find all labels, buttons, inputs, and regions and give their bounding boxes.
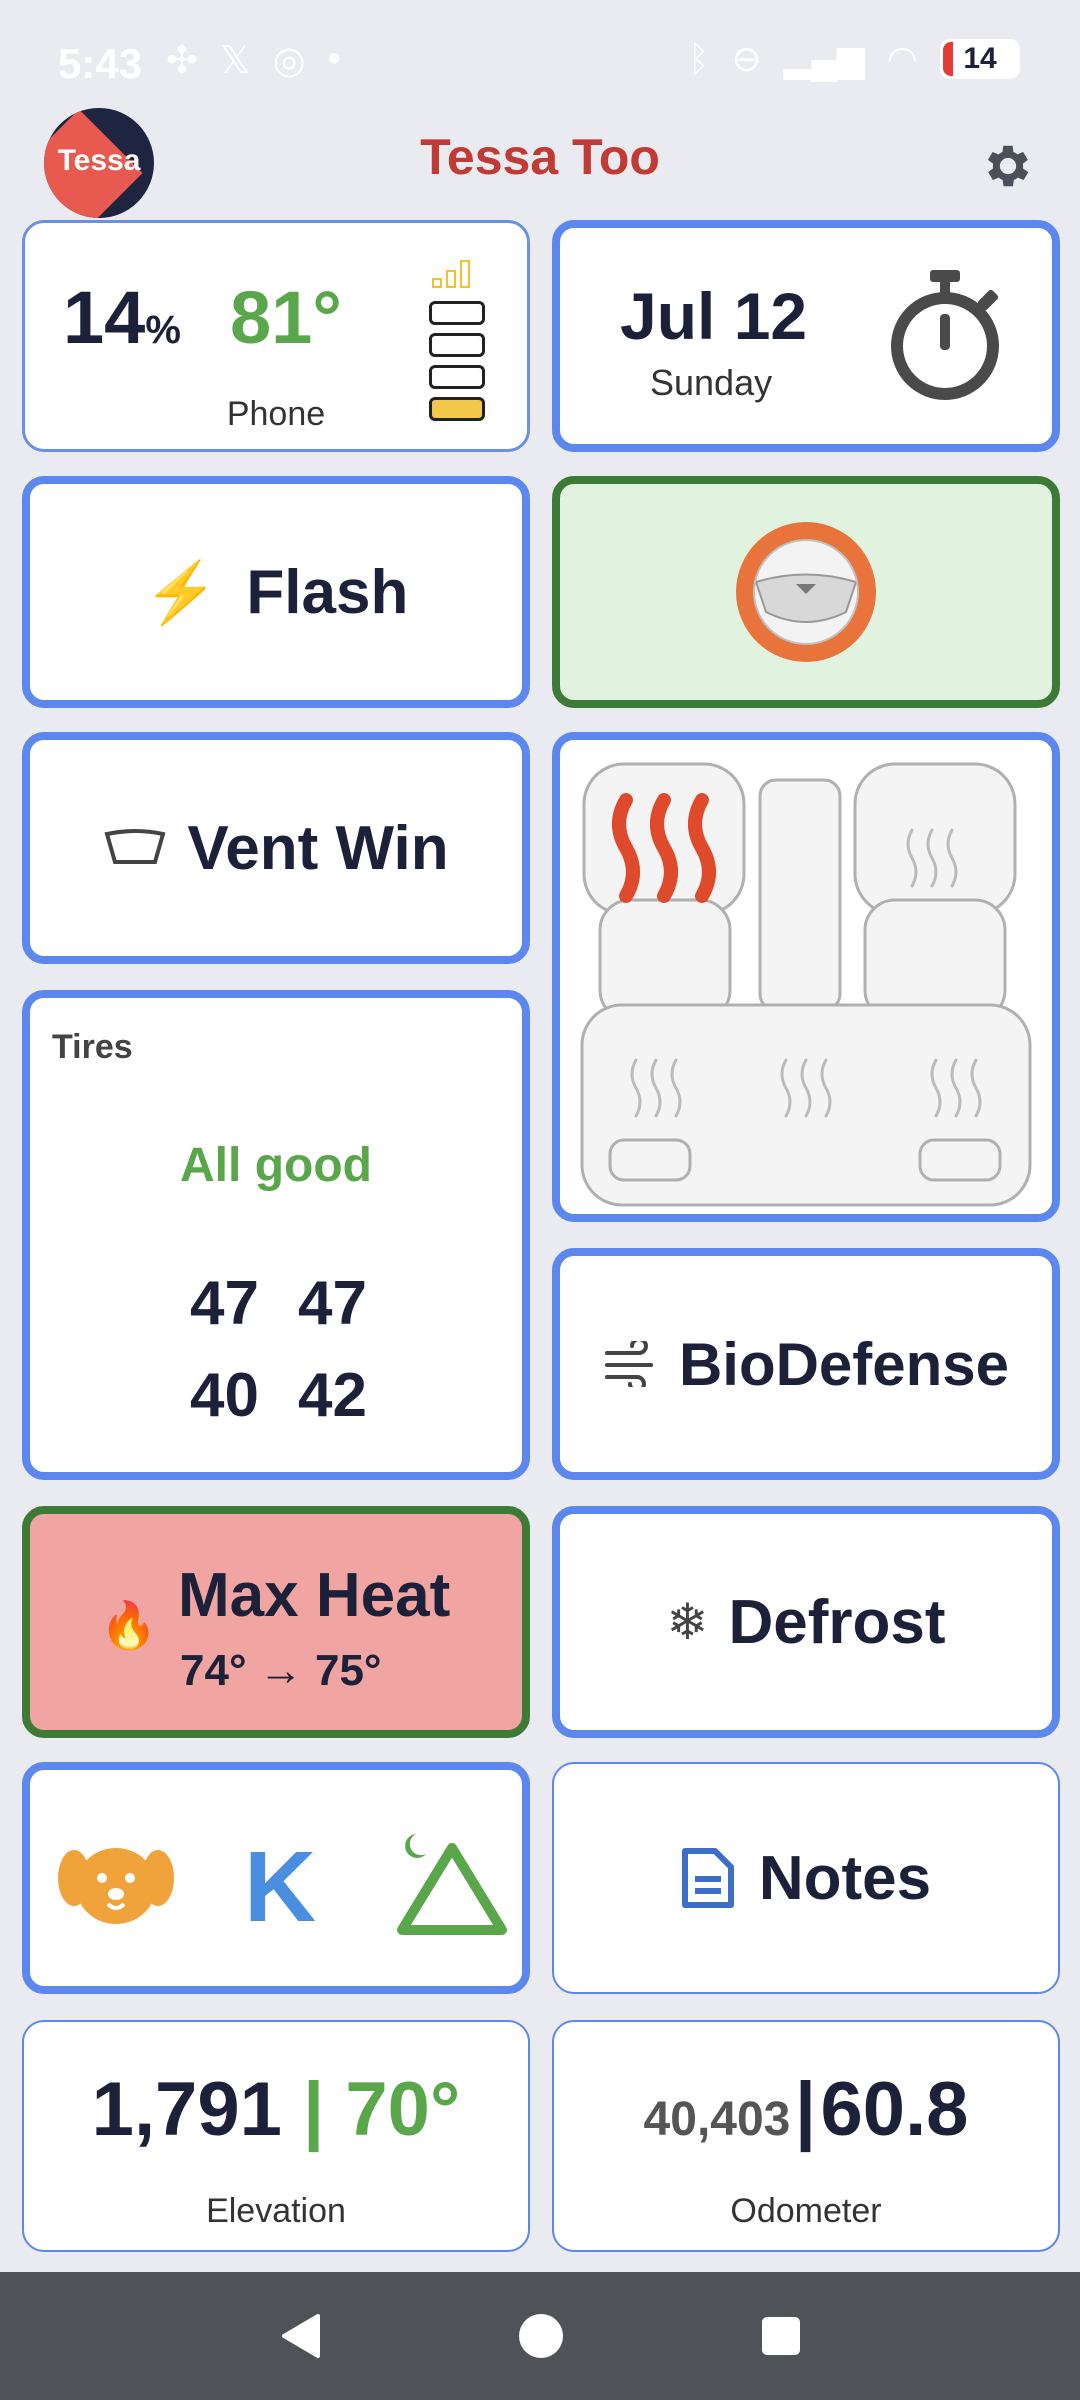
x-icon: 𝕏 [219, 40, 251, 82]
battery-icon: 14 [940, 39, 1020, 79]
recents-icon[interactable] [760, 2315, 802, 2357]
outside-temp: 70° [345, 2067, 461, 2152]
steering-wheel-heat-button[interactable] [552, 476, 1060, 708]
navigation-bar [0, 2272, 1080, 2400]
home-icon[interactable] [517, 2312, 565, 2360]
max-heat-label: Max Heat [178, 1561, 451, 1630]
dnd-icon: ⊖ [731, 38, 762, 79]
status-bar: 5:43 ✣ 𝕏 ◎ • ᛒ ⊖ ▂▄▆ ◠ 14 [0, 0, 1080, 140]
odometer-value: 60.8 [820, 2067, 969, 2152]
notification-icons: ✣ 𝕏 ◎ • [166, 38, 341, 83]
vent-label: Vent Win [187, 813, 449, 883]
battery-stack-icon [429, 301, 485, 421]
phone-temp: 81° [230, 276, 342, 359]
elevation-card[interactable]: 1,791 | 70° Elevation [22, 2020, 530, 2252]
biodefense-label: BioDefense [678, 1330, 1010, 1398]
slack-icon: ✣ [166, 40, 198, 82]
modes-card: K [22, 1762, 530, 1994]
odometer-card[interactable]: 40,403 | 60.8 Odometer [552, 2020, 1060, 2252]
notes-label: Notes [758, 1843, 932, 1913]
phone-battery-unit: % [145, 308, 181, 352]
tire-front-right: 47 [298, 1269, 367, 1338]
gear-icon[interactable] [980, 138, 1036, 194]
biodefense-button[interactable]: BioDefense [552, 1248, 1060, 1480]
wind-icon [604, 1341, 653, 1387]
steering-wheel-icon [736, 522, 876, 662]
tires-heading: Tires [52, 1028, 133, 1066]
flame-icon: 🔥 [100, 1599, 158, 1651]
date-day: Jul 12 [620, 279, 808, 353]
dot-icon: • [327, 38, 341, 80]
lightning-icon: ⚡ [143, 558, 219, 626]
notes-button[interactable]: Notes [552, 1762, 1060, 1994]
elevation-value: 1,791 [91, 2067, 282, 2152]
defrost-label: Defrost [728, 1587, 946, 1657]
max-heat-temps: 74° → 75° [180, 1646, 382, 1695]
battery-percent: 14 [963, 42, 997, 75]
status-time: 5:43 [58, 40, 143, 87]
bluetooth-icon: ᛒ [687, 38, 710, 79]
system-icons: ᛒ ⊖ ▂▄▆ ◠ 14 [688, 38, 1020, 80]
odometer-label: Odometer [730, 2192, 882, 2230]
camp-mode-icon[interactable] [392, 1826, 508, 1936]
defrost-icon: ❄ [666, 1594, 709, 1650]
tire-front-left: 47 [190, 1269, 259, 1338]
tires-status: All good [180, 1139, 372, 1192]
tire-rear-left: 40 [190, 1361, 259, 1430]
elevation-separator: | [302, 2067, 325, 2152]
elevation-label: Elevation [206, 2192, 346, 2230]
seats-diagram [580, 762, 1032, 1207]
battery-level [943, 42, 954, 76]
flash-button[interactable]: ⚡ Flash [22, 476, 530, 708]
max-heat-button[interactable]: 🔥 Max Heat 74° → 75° [22, 1506, 530, 1738]
back-icon[interactable] [278, 2312, 322, 2360]
date-weekday: Sunday [650, 362, 773, 403]
stopwatch-icon[interactable] [880, 266, 1010, 406]
defrost-button[interactable]: ❄ Defrost [552, 1506, 1060, 1738]
dog-mode-icon[interactable] [56, 1838, 176, 1928]
page-title: Tessa Too [420, 129, 660, 185]
seat-heater-card[interactable] [552, 732, 1060, 1222]
window-icon [104, 829, 166, 864]
wifi-icon: ◠ [886, 38, 918, 79]
date-card[interactable]: Jul 12 Sunday [552, 220, 1060, 452]
tires-card[interactable]: Tires All good 47 47 40 42 [22, 990, 530, 1480]
passenger-seat [853, 762, 1017, 916]
odometer-miles: 40,403 [643, 2093, 791, 2146]
vent-windows-button[interactable]: Vent Win [22, 732, 530, 964]
keep-mode-button[interactable]: K [244, 1830, 316, 1945]
signal-strength-icon [431, 257, 475, 294]
flash-label: Flash [246, 557, 409, 627]
tire-rear-right: 42 [298, 1361, 367, 1430]
phone-battery: 14 [63, 276, 146, 359]
document-icon [681, 1848, 734, 1908]
check-circle-icon: ◎ [272, 40, 306, 82]
odometer-separator: | [794, 2067, 817, 2152]
signal-icon: ▂▄▆ [783, 38, 865, 79]
phone-card[interactable]: 14% 81° Phone [22, 220, 530, 452]
